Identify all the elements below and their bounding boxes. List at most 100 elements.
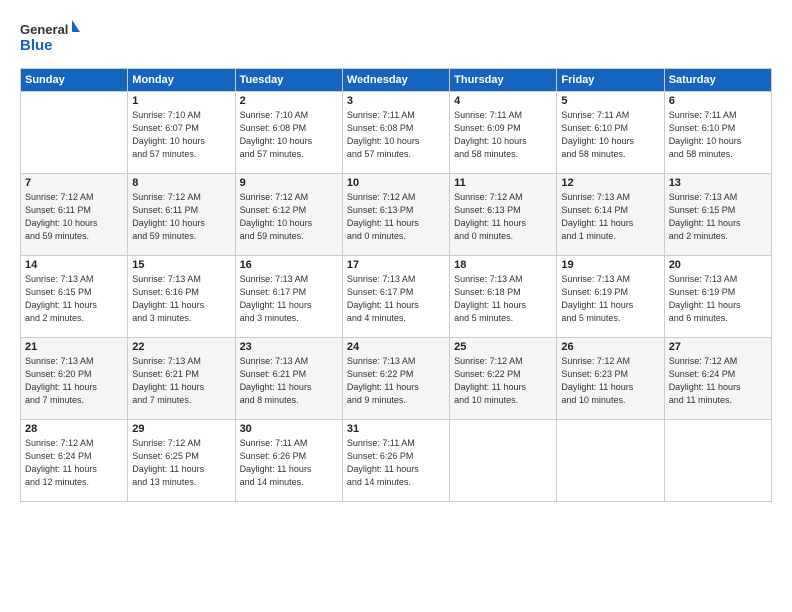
- day-number: 13: [669, 177, 767, 189]
- calendar-cell: 2 Sunrise: 7:10 AM Sunset: 6:08 PM Daylig…: [235, 92, 342, 174]
- calendar-week-3: 14 Sunrise: 7:13 AM Sunset: 6:15 PM Dayli…: [21, 256, 772, 338]
- calendar-cell: 3 Sunrise: 7:11 AM Sunset: 6:08 PM Daylig…: [342, 92, 449, 174]
- day-info: Sunrise: 7:13 AM Sunset: 6:17 PM Dayligh…: [240, 273, 338, 325]
- day-info: Sunrise: 7:12 AM Sunset: 6:13 PM Dayligh…: [347, 191, 445, 243]
- svg-text:General: General: [20, 22, 68, 37]
- day-number: 7: [25, 177, 123, 189]
- calendar-cell: [557, 420, 664, 502]
- calendar-week-1: 1 Sunrise: 7:10 AM Sunset: 6:07 PM Daylig…: [21, 92, 772, 174]
- day-info: Sunrise: 7:13 AM Sunset: 6:15 PM Dayligh…: [25, 273, 123, 325]
- calendar-cell: 9Sunrise: 7:12 AM Sunset: 6:12 PM Daylig…: [235, 174, 342, 256]
- day-number: 2: [240, 95, 338, 107]
- day-number: 24: [347, 341, 445, 353]
- calendar-cell: 11 Sunrise: 7:12 AM Sunset: 6:13 PM Dayli…: [450, 174, 557, 256]
- header: GeneralBlue: [20, 18, 772, 58]
- calendar-week-5: 28 Sunrise: 7:12 AM Sunset: 6:24 PM Dayli…: [21, 420, 772, 502]
- weekday-header-thursday: Thursday: [450, 69, 557, 92]
- svg-text:Blue: Blue: [20, 37, 53, 54]
- weekday-header-tuesday: Tuesday: [235, 69, 342, 92]
- day-number: 20: [669, 259, 767, 271]
- day-info: Sunrise: 7:12 AM Sunset: 6:13 PM Dayligh…: [454, 191, 552, 243]
- calendar-cell: 1 Sunrise: 7:10 AM Sunset: 6:07 PM Daylig…: [128, 92, 235, 174]
- day-info: Sunrise: 7:11 AM Sunset: 6:10 PM Dayligh…: [669, 109, 767, 161]
- day-info: Sunrise: 7:12 AM Sunset: 6:22 PM Dayligh…: [454, 355, 552, 407]
- day-info: Sunrise: 7:13 AM Sunset: 6:21 PM Dayligh…: [132, 355, 230, 407]
- day-info: Sunrise: 7:11 AM Sunset: 6:09 PM Dayligh…: [454, 109, 552, 161]
- day-info: Sunrise: 7:11 AM Sunset: 6:26 PM Dayligh…: [240, 437, 338, 489]
- calendar-cell: 5 Sunrise: 7:11 AM Sunset: 6:10 PM Daylig…: [557, 92, 664, 174]
- day-number: 16: [240, 259, 338, 271]
- day-info: Sunrise: 7:10 AM Sunset: 6:07 PM Dayligh…: [132, 109, 230, 161]
- day-number: 19: [561, 259, 659, 271]
- day-info: Sunrise: 7:13 AM Sunset: 6:22 PM Dayligh…: [347, 355, 445, 407]
- day-number: 29: [132, 423, 230, 435]
- weekday-header-saturday: Saturday: [664, 69, 771, 92]
- day-info: Sunrise: 7:13 AM Sunset: 6:15 PM Dayligh…: [669, 191, 767, 243]
- calendar-cell: 31 Sunrise: 7:11 AM Sunset: 6:26 PM Dayli…: [342, 420, 449, 502]
- calendar-cell: 4 Sunrise: 7:11 AM Sunset: 6:09 PM Daylig…: [450, 92, 557, 174]
- day-number: 28: [25, 423, 123, 435]
- day-info: Sunrise: 7:13 AM Sunset: 6:18 PM Dayligh…: [454, 273, 552, 325]
- day-number: 5: [561, 95, 659, 107]
- calendar-cell: 23Sunrise: 7:13 AM Sunset: 6:21 PM Dayli…: [235, 338, 342, 420]
- calendar-cell: 25 Sunrise: 7:12 AM Sunset: 6:22 PM Dayli…: [450, 338, 557, 420]
- logo-svg: GeneralBlue: [20, 18, 80, 58]
- day-number: 31: [347, 423, 445, 435]
- calendar-cell: 14 Sunrise: 7:13 AM Sunset: 6:15 PM Dayli…: [21, 256, 128, 338]
- day-info: Sunrise: 7:13 AM Sunset: 6:21 PM Dayligh…: [240, 355, 338, 407]
- day-number: 11: [454, 177, 552, 189]
- calendar-cell: 22 Sunrise: 7:13 AM Sunset: 6:21 PM Dayli…: [128, 338, 235, 420]
- day-number: 22: [132, 341, 230, 353]
- calendar-cell: [664, 420, 771, 502]
- calendar-cell: 19 Sunrise: 7:13 AM Sunset: 6:19 PM Dayli…: [557, 256, 664, 338]
- calendar-cell: 27Sunrise: 7:12 AM Sunset: 6:24 PM Dayli…: [664, 338, 771, 420]
- calendar-cell: 12 Sunrise: 7:13 AM Sunset: 6:14 PM Dayli…: [557, 174, 664, 256]
- day-info: Sunrise: 7:12 AM Sunset: 6:11 PM Dayligh…: [132, 191, 230, 243]
- weekday-header-wednesday: Wednesday: [342, 69, 449, 92]
- day-info: Sunrise: 7:13 AM Sunset: 6:14 PM Dayligh…: [561, 191, 659, 243]
- day-info: Sunrise: 7:12 AM Sunset: 6:24 PM Dayligh…: [25, 437, 123, 489]
- calendar-cell: 17 Sunrise: 7:13 AM Sunset: 6:17 PM Dayli…: [342, 256, 449, 338]
- day-number: 25: [454, 341, 552, 353]
- day-number: 4: [454, 95, 552, 107]
- calendar-cell: 24 Sunrise: 7:13 AM Sunset: 6:22 PM Dayli…: [342, 338, 449, 420]
- calendar-cell: [21, 92, 128, 174]
- day-number: 6: [669, 95, 767, 107]
- day-info: Sunrise: 7:12 AM Sunset: 6:24 PM Dayligh…: [669, 355, 767, 407]
- day-info: Sunrise: 7:12 AM Sunset: 6:25 PM Dayligh…: [132, 437, 230, 489]
- calendar-cell: 20 Sunrise: 7:13 AM Sunset: 6:19 PM Dayli…: [664, 256, 771, 338]
- day-number: 21: [25, 341, 123, 353]
- day-number: 26: [561, 341, 659, 353]
- logo: GeneralBlue: [20, 18, 80, 58]
- weekday-header-monday: Monday: [128, 69, 235, 92]
- day-number: 1: [132, 95, 230, 107]
- day-info: Sunrise: 7:13 AM Sunset: 6:19 PM Dayligh…: [561, 273, 659, 325]
- day-number: 14: [25, 259, 123, 271]
- day-info: Sunrise: 7:13 AM Sunset: 6:20 PM Dayligh…: [25, 355, 123, 407]
- day-number: 8: [132, 177, 230, 189]
- weekday-header-friday: Friday: [557, 69, 664, 92]
- day-info: Sunrise: 7:11 AM Sunset: 6:26 PM Dayligh…: [347, 437, 445, 489]
- day-number: 3: [347, 95, 445, 107]
- calendar-cell: 16 Sunrise: 7:13 AM Sunset: 6:17 PM Dayli…: [235, 256, 342, 338]
- calendar-cell: 15 Sunrise: 7:13 AM Sunset: 6:16 PM Dayli…: [128, 256, 235, 338]
- day-number: 18: [454, 259, 552, 271]
- calendar-week-2: 7 Sunrise: 7:12 AM Sunset: 6:11 PM Daylig…: [21, 174, 772, 256]
- day-number: 12: [561, 177, 659, 189]
- calendar-cell: 13 Sunrise: 7:13 AM Sunset: 6:15 PM Dayli…: [664, 174, 771, 256]
- weekday-header-sunday: Sunday: [21, 69, 128, 92]
- day-number: 17: [347, 259, 445, 271]
- calendar-cell: 30Sunrise: 7:11 AM Sunset: 6:26 PM Dayli…: [235, 420, 342, 502]
- day-number: 15: [132, 259, 230, 271]
- calendar-cell: [450, 420, 557, 502]
- day-info: Sunrise: 7:11 AM Sunset: 6:10 PM Dayligh…: [561, 109, 659, 161]
- day-info: Sunrise: 7:12 AM Sunset: 6:12 PM Dayligh…: [240, 191, 338, 243]
- day-info: Sunrise: 7:13 AM Sunset: 6:19 PM Dayligh…: [669, 273, 767, 325]
- day-info: Sunrise: 7:13 AM Sunset: 6:16 PM Dayligh…: [132, 273, 230, 325]
- day-info: Sunrise: 7:12 AM Sunset: 6:11 PM Dayligh…: [25, 191, 123, 243]
- day-info: Sunrise: 7:13 AM Sunset: 6:17 PM Dayligh…: [347, 273, 445, 325]
- calendar-cell: 8 Sunrise: 7:12 AM Sunset: 6:11 PM Daylig…: [128, 174, 235, 256]
- day-info: Sunrise: 7:11 AM Sunset: 6:08 PM Dayligh…: [347, 109, 445, 161]
- day-info: Sunrise: 7:10 AM Sunset: 6:08 PM Dayligh…: [240, 109, 338, 161]
- calendar-cell: 28 Sunrise: 7:12 AM Sunset: 6:24 PM Dayli…: [21, 420, 128, 502]
